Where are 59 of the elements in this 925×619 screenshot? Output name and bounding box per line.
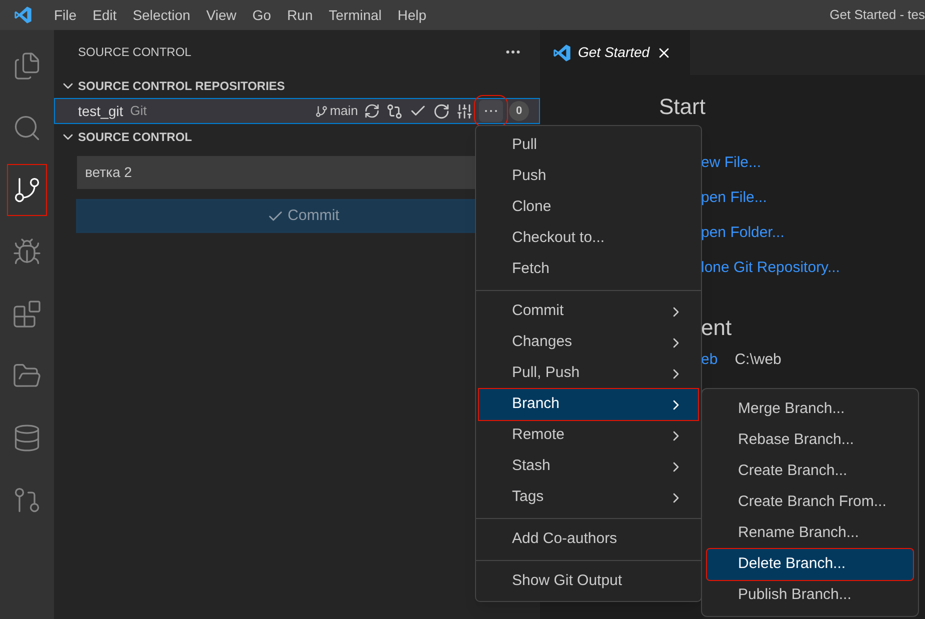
branch-icon (12, 175, 42, 205)
files-icon (12, 51, 42, 81)
menu-bar-item[interactable]: Selection (124, 4, 198, 26)
context-menu-item[interactable]: Tags (479, 482, 698, 513)
context-menu-item[interactable]: Fetch (479, 254, 698, 285)
branch-status[interactable]: main (314, 101, 358, 121)
branch-icon (314, 104, 328, 118)
context-menu-item[interactable]: Changes (479, 327, 698, 358)
menu-bar-item[interactable]: View (198, 4, 244, 26)
app-logo-icon (552, 42, 572, 62)
compare-icon[interactable] (386, 102, 403, 120)
context-menu-item[interactable]: Add Co-authors (479, 524, 698, 555)
recent-path: C:\web (734, 350, 782, 370)
activity-bar-item[interactable] (7, 164, 47, 216)
menu-bar-item[interactable]: Edit (84, 4, 125, 26)
section-header[interactable]: SOURCE CONTROL REPOSITORIES (78, 77, 285, 95)
context-menu-item[interactable]: Stash (479, 451, 698, 482)
context-menu-item[interactable]: Remote (479, 420, 698, 451)
bug-icon (12, 237, 42, 267)
search-icon (12, 113, 42, 143)
menu-bar-item[interactable]: Go (244, 4, 280, 26)
editor-tab[interactable]: Get Started (540, 30, 690, 75)
context-menu-item[interactable]: Branch (479, 389, 698, 420)
welcome-link[interactable]: pen Folder... (701, 221, 925, 244)
welcome-link[interactable]: ew File... (701, 151, 925, 174)
sync-icon[interactable] (364, 103, 380, 119)
submenu-item[interactable]: Publish Branch... (707, 580, 913, 611)
repository-provider: Git (130, 102, 147, 120)
repository-row[interactable]: test_git Git main 0 (54, 98, 540, 124)
refresh-icon[interactable] (433, 102, 450, 120)
window-title: Get Started - tes (830, 6, 925, 24)
welcome-link[interactable]: pen File... (701, 186, 925, 209)
menu-bar-item[interactable]: File (46, 4, 85, 26)
blocks-icon (12, 299, 42, 329)
submenu-item[interactable]: Delete Branch... (707, 549, 913, 580)
more-actions-button[interactable] (479, 100, 503, 122)
app-logo-icon (13, 5, 33, 25)
changes-count-badge: 0 (509, 101, 529, 121)
recent-link[interactable]: eb (701, 349, 718, 372)
welcome-link[interactable]: lone Git Repository... (701, 256, 925, 279)
submenu-item[interactable]: Create Branch From... (707, 487, 913, 518)
submenu-item[interactable]: Rename Branch... (707, 518, 913, 549)
menu-bar-item[interactable]: Run (279, 4, 321, 26)
context-menu-item[interactable]: Commit (479, 296, 698, 327)
recent-heading: ent (701, 314, 733, 342)
repository-name: test_git (78, 102, 124, 121)
submenu-item[interactable]: Merge Branch... (707, 394, 913, 425)
database-icon (12, 423, 42, 453)
menu-bar-item[interactable]: Terminal (320, 4, 390, 26)
context-menu-item[interactable]: Pull, Push (479, 358, 698, 389)
submenu-item[interactable]: Create Branch... (707, 456, 913, 487)
start-heading: Start (659, 93, 706, 121)
sidebar-title: SOURCE CONTROL (78, 44, 192, 61)
section-header[interactable]: SOURCE CONTROL (78, 128, 192, 146)
sliders-icon[interactable] (456, 102, 473, 120)
context-menu-item[interactable]: Show Git Output (479, 566, 698, 597)
menu-bar-item[interactable]: Help (390, 4, 434, 26)
git-graph-icon (12, 485, 42, 515)
submenu-item[interactable]: Rebase Branch... (707, 425, 913, 456)
